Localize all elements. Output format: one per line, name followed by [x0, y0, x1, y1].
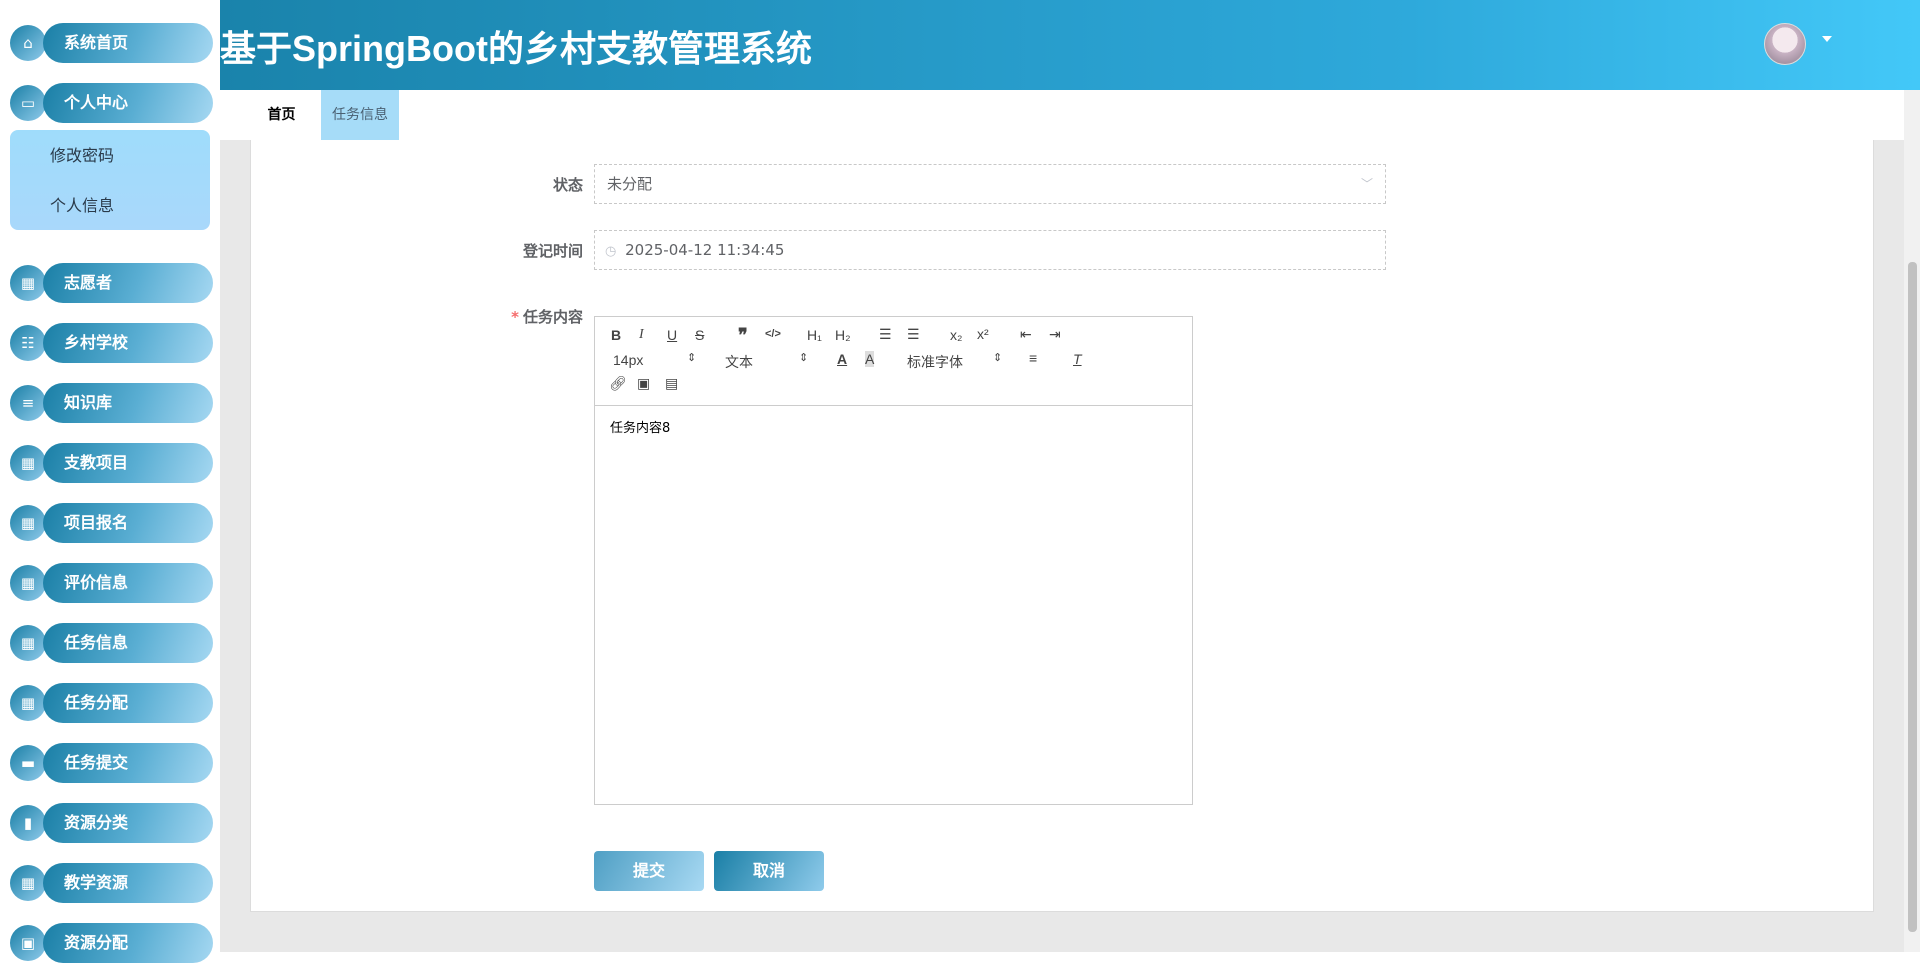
clipboard-icon: ▣	[10, 925, 46, 961]
sidebar-item-label: 项目报名	[43, 503, 213, 543]
status-value: 未分配	[607, 175, 653, 193]
sort-arrows-icon: ⇕	[993, 352, 1003, 364]
code-block-icon[interactable]: </>	[765, 328, 781, 340]
sidebar-item[interactable]: ▦ 项目报名	[10, 503, 213, 543]
sidebar-item[interactable]: ▭ 个人中心	[10, 83, 213, 123]
grid-icon: ▦	[10, 505, 46, 541]
home-icon: ⌂	[10, 25, 46, 61]
wallet-icon: ▭	[10, 85, 46, 121]
clock-icon: ◷	[605, 244, 617, 259]
sidebar-item[interactable]: ⌂ 系统首页	[10, 23, 213, 63]
sidebar-item[interactable]: ≡ 知识库	[10, 383, 213, 423]
sort-arrows-icon: ⇕	[799, 352, 809, 364]
subscript-icon[interactable]: x₂	[950, 327, 962, 343]
sidebar-item[interactable]: ▦ 任务信息	[10, 623, 213, 663]
sidebar-item[interactable]: ☷ 乡村学校	[10, 323, 213, 363]
font-size-select[interactable]: 14px	[613, 352, 643, 368]
sidebar-item-label: 资源分配	[43, 923, 213, 963]
scrollbar-thumb[interactable]	[1908, 262, 1917, 932]
monitor-icon: ▬	[10, 745, 46, 781]
status-label: 状态	[552, 176, 583, 194]
sliders-icon: ☷	[10, 325, 46, 361]
grid-icon: ▦	[10, 265, 46, 301]
bar-chart-icon: ▮	[10, 805, 46, 841]
link-icon[interactable]: 🔗︎	[609, 375, 627, 392]
bullet-list-icon[interactable]: ☰	[907, 326, 920, 343]
superscript-icon[interactable]: x²	[977, 326, 989, 342]
sidebar-item[interactable]: ▦ 支教项目	[10, 443, 213, 483]
sidebar-item-label: 系统首页	[43, 23, 213, 63]
sidebar-item-label: 志愿者	[43, 263, 213, 303]
italic-icon[interactable]: I	[639, 327, 644, 343]
tab-bar: 首页 任务信息	[220, 90, 1904, 140]
time-label: 登记时间	[522, 242, 583, 260]
sidebar-item-label: 任务信息	[43, 623, 213, 663]
caret-down-icon[interactable]	[1822, 36, 1832, 42]
personal-center-submenu: 修改密码 个人信息	[10, 130, 210, 230]
time-value: 2025-04-12 11:34:45	[625, 241, 785, 259]
grid-icon: ▦	[10, 625, 46, 661]
background-color-icon[interactable]: A	[865, 351, 875, 367]
blockquote-icon[interactable]: ❞	[738, 325, 748, 346]
sidebar-item[interactable]: ▮ 资源分类	[10, 803, 213, 843]
sidebar-item[interactable]: ▦ 教学资源	[10, 863, 213, 903]
sidebar-item-label: 资源分类	[43, 803, 213, 843]
status-select[interactable]: 未分配 ﹀	[594, 164, 1386, 204]
sidebar-item-label: 任务分配	[43, 683, 213, 723]
sidebar-item-label: 个人中心	[43, 83, 213, 123]
sidebar-item[interactable]: ▦ 评价信息	[10, 563, 213, 603]
sidebar-item[interactable]: ▣ 资源分配	[10, 923, 213, 963]
editor-toolbar: B I U S ❞ </> H₁ H₂ ☰ ☰ x₂ x² ⇤ ⇥ 14px ⇕…	[595, 317, 1192, 406]
content-label-text: 任务内容	[522, 308, 583, 326]
submenu-item-personal-info[interactable]: 个人信息	[50, 192, 114, 216]
content-label: * 任务内容	[511, 306, 583, 327]
sidebar-item-label: 支教项目	[43, 443, 213, 483]
bold-icon[interactable]: B	[611, 327, 621, 343]
tab-task-info[interactable]: 任务信息	[321, 90, 399, 140]
grid-icon: ▦	[10, 565, 46, 601]
grid-icon: ▦	[10, 445, 46, 481]
header1-icon[interactable]: H₁	[807, 327, 822, 343]
app-title: 基于SpringBoot的乡村支教管理系统	[220, 28, 812, 69]
align-icon[interactable]: ≡	[1029, 350, 1037, 366]
submit-button[interactable]: 提交	[594, 851, 704, 891]
strike-icon[interactable]: S	[695, 327, 704, 343]
clear-format-icon[interactable]: T	[1073, 351, 1082, 367]
user-avatar[interactable]	[1764, 23, 1806, 65]
time-picker[interactable]: ◷ 2025-04-12 11:34:45	[594, 230, 1386, 270]
sidebar-item-label: 任务提交	[43, 743, 213, 783]
sidebar-item[interactable]: ▦ 志愿者	[10, 263, 213, 303]
header-select[interactable]: 文本	[725, 352, 753, 372]
font-family-select[interactable]: 标准字体	[907, 352, 963, 372]
header: 基于SpringBoot的乡村支教管理系统	[220, 0, 1920, 90]
sidebar-item[interactable]: ▬ 任务提交	[10, 743, 213, 783]
sidebar-item-label: 评价信息	[43, 563, 213, 603]
cancel-button[interactable]: 取消	[714, 851, 824, 891]
tab-home[interactable]: 首页	[245, 90, 318, 140]
image-icon[interactable]: ▣	[637, 375, 650, 392]
underline-icon[interactable]: U	[667, 327, 677, 343]
header2-icon[interactable]: H₂	[835, 327, 851, 343]
grid-icon: ▦	[10, 685, 46, 721]
ordered-list-icon[interactable]: ☰	[879, 326, 892, 343]
chevron-down-icon: ﹀	[1360, 177, 1373, 191]
indent-icon[interactable]: ⇥	[1049, 326, 1061, 343]
required-mark: *	[511, 308, 519, 326]
submenu-item-change-password[interactable]: 修改密码	[50, 142, 114, 166]
text-color-icon[interactable]: A	[837, 351, 847, 367]
sidebar-item[interactable]: ▦ 任务分配	[10, 683, 213, 723]
video-icon[interactable]: ▤	[665, 375, 678, 392]
outdent-icon[interactable]: ⇤	[1020, 326, 1032, 343]
sidebar-item-label: 教学资源	[43, 863, 213, 903]
grid-icon: ▦	[10, 865, 46, 901]
menu-icon: ≡	[10, 385, 46, 421]
sidebar-item-label: 乡村学校	[43, 323, 213, 363]
rich-text-editor: B I U S ❞ </> H₁ H₂ ☰ ☰ x₂ x² ⇤ ⇥ 14px ⇕…	[594, 316, 1193, 805]
editor-content[interactable]: 任务内容8	[610, 417, 670, 436]
sort-arrows-icon: ⇕	[687, 352, 697, 364]
sidebar-item-label: 知识库	[43, 383, 213, 423]
